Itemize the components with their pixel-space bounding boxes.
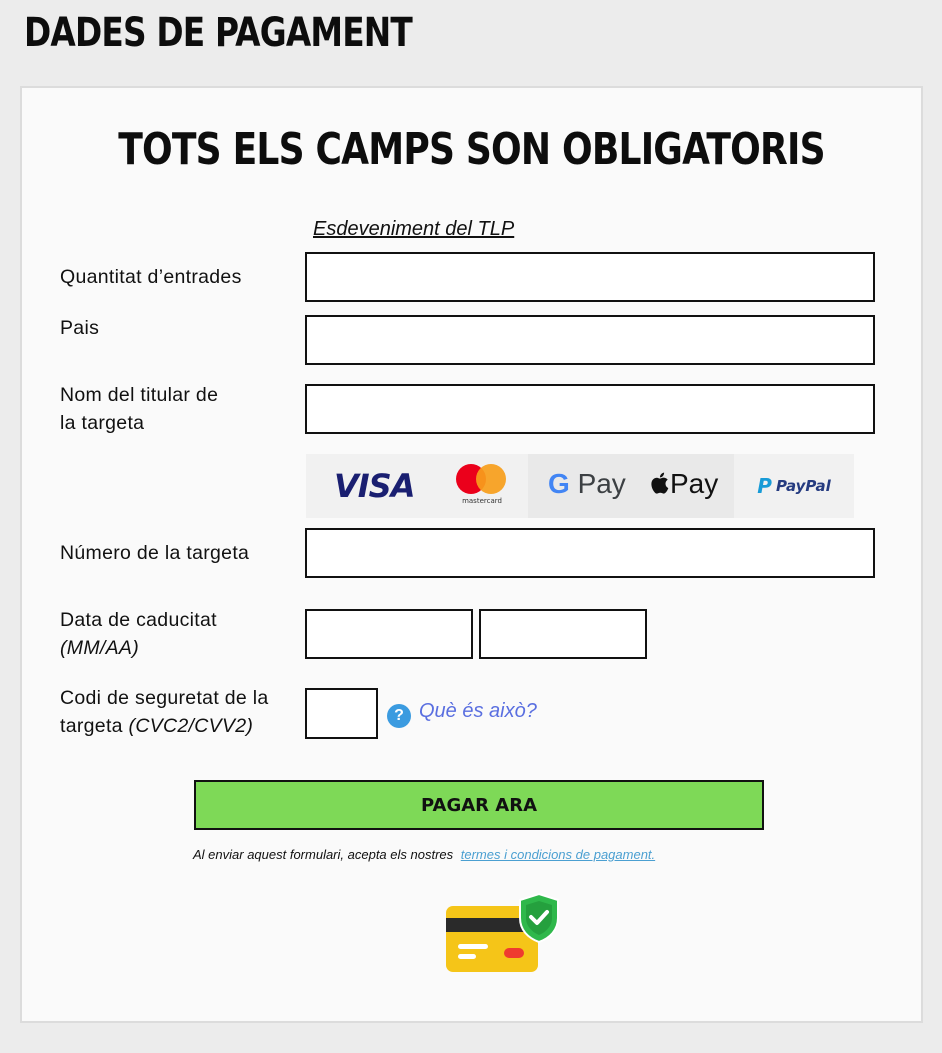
- quantity-input[interactable]: [305, 252, 875, 302]
- terms-notice: Al enviar aquest formulari, acepta els n…: [193, 847, 655, 862]
- paypal-p-icon: P: [757, 474, 772, 498]
- cardholder-name-input[interactable]: [305, 384, 875, 434]
- secure-card-icon: [446, 892, 559, 972]
- pay-now-button[interactable]: PAGAR ARA: [194, 780, 764, 830]
- payment-form-card: TOTS ELS CAMPS SON OBLIGATORIS Esdevenim…: [20, 86, 923, 1023]
- expiry-label: Data de caducitat (MM/AA): [60, 606, 217, 662]
- cvc-input[interactable]: [305, 688, 378, 739]
- google-pay-apple-pay-logos: G Pay Pay: [528, 454, 734, 518]
- mastercard-logo: mastercard: [454, 464, 510, 508]
- event-link[interactable]: Esdeveniment del TLP: [313, 218, 514, 241]
- terms-text: Al enviar aquest formulari, acepta els n…: [193, 847, 454, 862]
- apple-icon: [651, 472, 669, 494]
- card-number-input[interactable]: [305, 528, 875, 578]
- card-number-label: Número de la targeta: [60, 542, 250, 564]
- paypal-logo: P PayPal: [734, 454, 854, 518]
- quantity-label: Quantitat d’entrades: [60, 266, 242, 288]
- required-fields-notice: TOTS ELS CAMPS SON OBLIGATORIS: [118, 124, 825, 175]
- visa-logo-text: VISA: [334, 467, 415, 505]
- terms-link[interactable]: termes i condicions de pagament.: [461, 847, 655, 862]
- mastercard-logo-text: mastercard: [462, 497, 502, 505]
- cvc-label: Codi de seguretat de la targeta (CVC2/CV…: [60, 684, 269, 740]
- country-input[interactable]: [305, 315, 875, 365]
- google-g-icon: G: [548, 468, 570, 499]
- payment-methods-logos: VISA mastercard G Pay Pay P PayPal: [306, 454, 854, 520]
- page-title: DADES DE PAGAMENT: [24, 10, 413, 56]
- country-label: Pais: [60, 317, 100, 339]
- expiry-format-hint: (MM/AA): [60, 637, 140, 659]
- question-icon[interactable]: ?: [387, 704, 411, 728]
- cardholder-label-line1: Nom del titular de: [60, 384, 219, 406]
- expiry-month-input[interactable]: [305, 609, 473, 659]
- google-pay-logo: G Pay: [548, 468, 626, 500]
- apple-pay-logo: Pay: [650, 468, 718, 500]
- cvc-label-line2: targeta: [60, 715, 123, 737]
- paypal-logo-text: PayPal: [775, 477, 831, 495]
- cvc-label-line1: Codi de seguretat de la: [60, 687, 269, 709]
- google-pay-text: Pay: [577, 468, 626, 499]
- expiry-label-text: Data de caducitat: [60, 609, 217, 631]
- cvc-format-hint: (CVC2/CVV2): [128, 715, 254, 737]
- expiry-year-input[interactable]: [479, 609, 647, 659]
- cardholder-name-label: Nom del titular de la targeta: [60, 381, 218, 437]
- visa-logo: VISA mastercard: [306, 454, 528, 518]
- cardholder-label-line2: la targeta: [60, 412, 145, 434]
- apple-pay-text: Pay: [670, 468, 719, 499]
- whats-this-link[interactable]: Què és això?: [419, 700, 537, 723]
